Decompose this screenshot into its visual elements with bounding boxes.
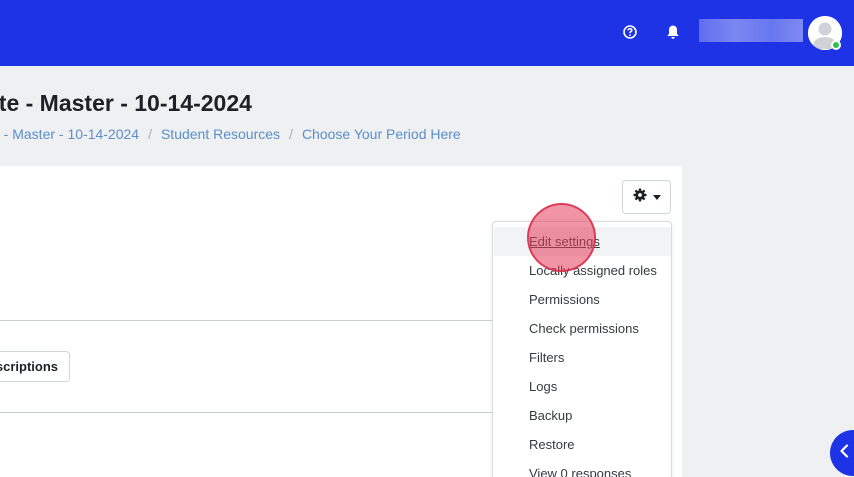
- content-divider: [0, 320, 500, 321]
- settings-menu-button[interactable]: [622, 180, 671, 214]
- menu-item-locally-assigned-roles[interactable]: Locally assigned roles: [494, 256, 671, 285]
- menu-item-restore[interactable]: Restore: [494, 430, 671, 459]
- question-circle-icon[interactable]: [620, 22, 640, 42]
- breadcrumb-separator: /: [289, 126, 293, 142]
- bell-icon[interactable]: [663, 22, 683, 42]
- drawer-toggle-button[interactable]: [830, 430, 854, 476]
- chevron-left-icon: [838, 443, 850, 463]
- breadcrumb-separator: /: [148, 126, 152, 142]
- menu-item-filters[interactable]: Filters: [494, 343, 671, 372]
- breadcrumb-choose-period[interactable]: Choose Your Period Here: [302, 126, 461, 142]
- gear-icon: [633, 188, 647, 207]
- descriptions-button[interactable]: scriptions: [0, 351, 70, 382]
- settings-dropdown-menu: Edit settings Locally assigned roles Per…: [492, 221, 672, 477]
- breadcrumb: e - Master - 10-14-2024 / Student Resour…: [0, 126, 461, 142]
- menu-item-check-permissions[interactable]: Check permissions: [494, 314, 671, 343]
- caret-down-icon: [652, 194, 661, 200]
- menu-item-view-responses[interactable]: View 0 responses: [494, 459, 671, 477]
- user-name-blurred[interactable]: [699, 19, 803, 42]
- breadcrumb-course[interactable]: e - Master - 10-14-2024: [0, 126, 139, 142]
- content-divider: [0, 412, 500, 413]
- page-title: ate - Master - 10-14-2024: [0, 90, 252, 116]
- menu-item-logs[interactable]: Logs: [494, 372, 671, 401]
- menu-item-permissions[interactable]: Permissions: [494, 285, 671, 314]
- online-status-dot: [831, 40, 841, 50]
- menu-item-edit-settings[interactable]: Edit settings: [494, 227, 671, 256]
- breadcrumb-student-resources[interactable]: Student Resources: [161, 126, 280, 142]
- menu-item-backup[interactable]: Backup: [494, 401, 671, 430]
- top-navbar: [0, 0, 854, 66]
